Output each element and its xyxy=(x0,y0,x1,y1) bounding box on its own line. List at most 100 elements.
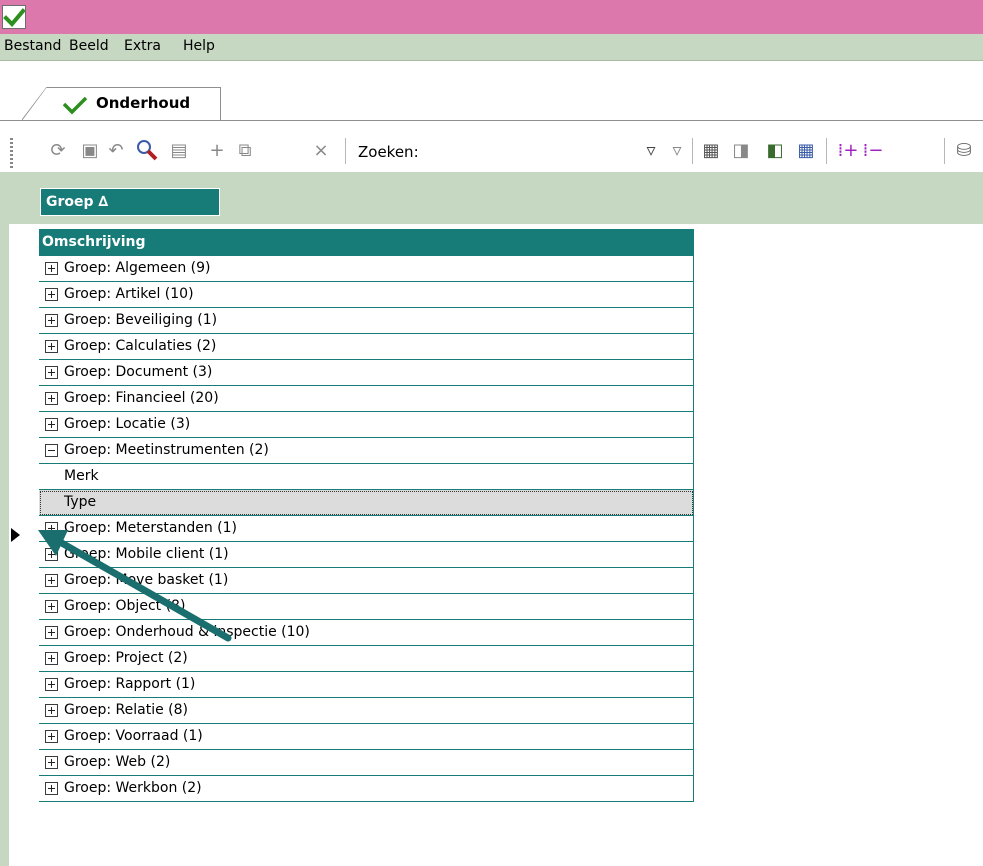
group-row[interactable]: Groep: Mobile client (1) xyxy=(39,542,694,568)
group-row[interactable]: Groep: Werkbon (2) xyxy=(39,776,694,802)
expand-icon[interactable] xyxy=(45,418,58,431)
delete-icon[interactable]: × xyxy=(310,139,332,161)
group-row[interactable]: Groep: Locatie (3) xyxy=(39,412,694,438)
filter-icon[interactable]: ▿ xyxy=(640,139,662,161)
expand-icon[interactable] xyxy=(45,730,58,743)
expand-all-icon[interactable]: ⁞+ xyxy=(837,139,859,161)
group-row[interactable]: Groep: Algemeen (9) xyxy=(39,256,694,282)
group-row[interactable]: Groep: Voorraad (1) xyxy=(39,724,694,750)
row-label: Groep: Meetinstrumenten (2) xyxy=(64,442,269,458)
current-row-indicator-icon xyxy=(11,528,20,542)
row-label: Merk xyxy=(64,468,99,484)
database-icon[interactable]: ⛁ xyxy=(953,139,975,161)
group-row[interactable]: Groep: Calculaties (2) xyxy=(39,334,694,360)
group-row[interactable]: Groep: Web (2) xyxy=(39,750,694,776)
table-icon[interactable]: ▦ xyxy=(795,139,817,161)
group-row[interactable]: Groep: Meetinstrumenten (2) xyxy=(39,438,694,464)
collapse-icon[interactable] xyxy=(45,444,58,457)
tab-label: Onderhoud xyxy=(96,94,191,112)
toolbar-separator xyxy=(944,138,945,164)
collapse-all-icon[interactable]: ⁞− xyxy=(862,139,884,161)
expand-icon[interactable] xyxy=(45,678,58,691)
row-label: Groep: Project (2) xyxy=(64,650,188,666)
row-label: Groep: Web (2) xyxy=(64,754,171,770)
menu-bestand[interactable]: Bestand xyxy=(4,38,61,54)
row-label: Groep: Financieel (20) xyxy=(64,390,219,406)
toolbar-separator xyxy=(345,138,346,164)
row-label: Groep: Beveiliging (1) xyxy=(64,312,218,328)
import-icon[interactable]: ◧ xyxy=(764,139,786,161)
data-grid: Omschrijving Groep: Algemeen (9) Groep: A… xyxy=(39,229,694,802)
expand-icon[interactable] xyxy=(45,522,58,535)
menu-bar: Bestand Beeld Extra Help xyxy=(0,34,983,61)
row-label: Groep: Artikel (10) xyxy=(64,286,194,302)
toolbar-grip[interactable] xyxy=(10,138,13,168)
expand-icon[interactable] xyxy=(45,548,58,561)
save-icon[interactable]: ▣ xyxy=(79,139,101,161)
undo-icon[interactable]: ↶ xyxy=(105,139,127,161)
expand-icon[interactable] xyxy=(45,340,58,353)
expand-icon[interactable] xyxy=(45,626,58,639)
expand-icon[interactable] xyxy=(45,652,58,665)
menu-beeld[interactable]: Beeld xyxy=(69,38,109,54)
group-row[interactable]: Groep: Onderhoud & inspectie (10) xyxy=(39,620,694,646)
row-label: Groep: Rapport (1) xyxy=(64,676,196,692)
row-label: Groep: Mobile client (1) xyxy=(64,546,229,562)
group-row[interactable]: Groep: Beveiliging (1) xyxy=(39,308,694,334)
group-row[interactable]: Groep: Document (3) xyxy=(39,360,694,386)
group-row[interactable]: Groep: Rapport (1) xyxy=(39,672,694,698)
print-icon[interactable]: ▦ xyxy=(700,139,722,161)
title-bar xyxy=(0,0,983,34)
row-label: Groep: Move basket (1) xyxy=(64,572,229,588)
row-label: Groep: Relatie (8) xyxy=(64,702,188,718)
expand-icon[interactable] xyxy=(45,314,58,327)
menu-extra[interactable]: Extra xyxy=(124,38,161,54)
expand-icon[interactable] xyxy=(45,782,58,795)
expand-icon[interactable] xyxy=(45,262,58,275)
search-icon[interactable] xyxy=(136,139,158,161)
toolbar-separator xyxy=(692,138,693,164)
tab-strip: Onderhoud xyxy=(0,61,983,121)
copy-icon[interactable]: ⧉ xyxy=(234,139,256,161)
expand-icon[interactable] xyxy=(45,288,58,301)
expand-icon[interactable] xyxy=(45,392,58,405)
row-label: Groep: Calculaties (2) xyxy=(64,338,217,354)
group-row[interactable]: Groep: Object (8) xyxy=(39,594,694,620)
app-checkmark-icon[interactable] xyxy=(2,5,26,29)
group-row[interactable]: Groep: Meterstanden (1) xyxy=(39,516,694,542)
column-header-omschrijving[interactable]: Omschrijving xyxy=(39,229,694,256)
expand-icon[interactable] xyxy=(45,756,58,769)
toolbar-separator xyxy=(826,138,827,164)
expand-icon[interactable] xyxy=(45,600,58,613)
refresh-icon[interactable]: ⟳ xyxy=(47,139,69,161)
search-input[interactable] xyxy=(445,137,621,167)
expand-icon[interactable] xyxy=(45,366,58,379)
table-row[interactable]: Merk xyxy=(39,464,694,490)
group-by-chip[interactable]: Groep ∆ xyxy=(40,188,220,216)
group-row[interactable]: Groep: Project (2) xyxy=(39,646,694,672)
row-label: Groep: Algemeen (9) xyxy=(64,260,211,276)
table-row[interactable]: Type xyxy=(39,490,694,516)
menu-help[interactable]: Help xyxy=(183,38,215,54)
export-icon[interactable]: ◨ xyxy=(730,139,752,161)
add-icon[interactable]: + xyxy=(206,139,228,161)
columns-icon[interactable]: ▤ xyxy=(168,139,190,161)
row-label: Groep: Onderhoud & inspectie (10) xyxy=(64,624,310,640)
expand-icon[interactable] xyxy=(45,704,58,717)
group-row[interactable]: Groep: Move basket (1) xyxy=(39,568,694,594)
search-label: Zoeken: xyxy=(358,143,419,161)
row-label: Groep: Locatie (3) xyxy=(64,416,191,432)
group-row[interactable]: Groep: Relatie (8) xyxy=(39,698,694,724)
group-row[interactable]: Groep: Artikel (10) xyxy=(39,282,694,308)
row-label: Groep: Voorraad (1) xyxy=(64,728,203,744)
expand-icon[interactable] xyxy=(45,574,58,587)
row-label: Groep: Document (3) xyxy=(64,364,213,380)
row-label: Groep: Meterstanden (1) xyxy=(64,520,237,536)
clear-filter-icon[interactable]: ▿ xyxy=(666,139,688,161)
group-row[interactable]: Groep: Financieel (20) xyxy=(39,386,694,412)
row-label: Groep: Werkbon (2) xyxy=(64,780,202,796)
row-label: Groep: Object (8) xyxy=(64,598,186,614)
checkmark-icon xyxy=(62,95,88,119)
row-indicator-strip xyxy=(0,172,9,866)
row-label: Type xyxy=(64,494,97,510)
